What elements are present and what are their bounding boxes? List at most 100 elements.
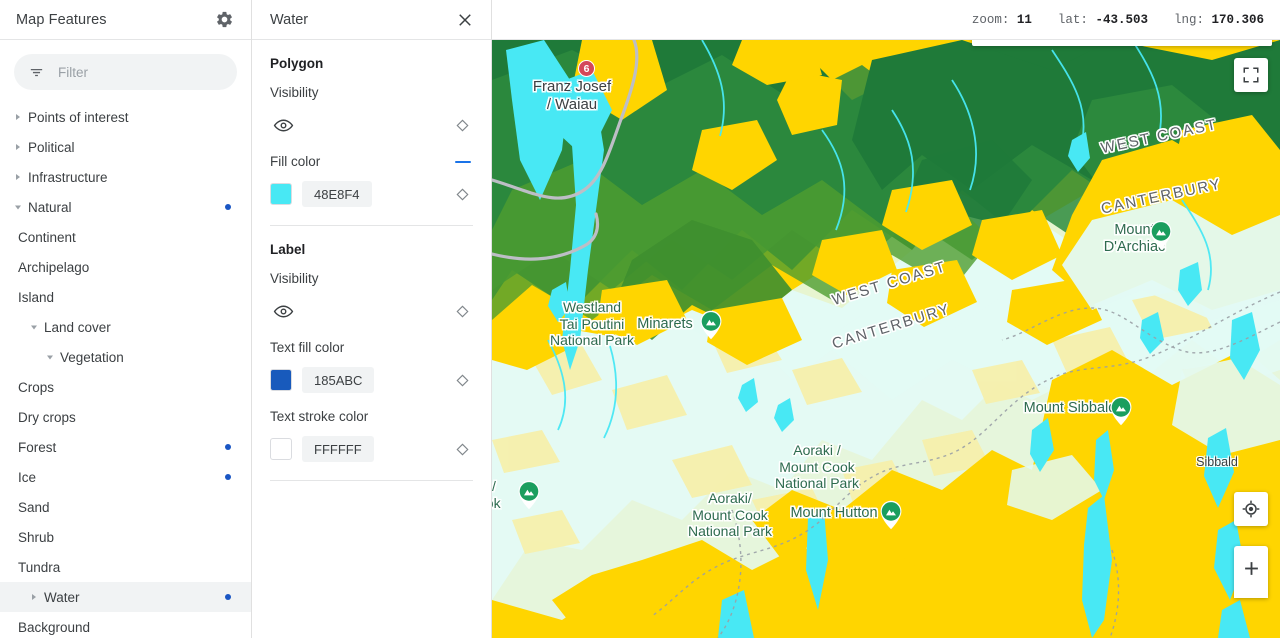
text-fill-keyframe-icon[interactable] xyxy=(453,371,471,389)
polygon-fill-color-value[interactable]: 48E8F4 xyxy=(302,181,372,207)
sidebar-item-land-cover[interactable]: Land cover xyxy=(0,312,251,342)
plus-icon xyxy=(1244,562,1258,575)
text-fill-color-label-row: Text fill color xyxy=(270,340,473,355)
eye-icon[interactable] xyxy=(270,298,296,324)
sidebar-item-label: Crops xyxy=(18,379,55,395)
filter-container xyxy=(0,40,251,90)
modified-indicator-dot xyxy=(225,444,231,450)
label-visibility-keyframe-icon[interactable] xyxy=(453,302,471,320)
zoom-key: zoom: xyxy=(971,12,1010,27)
polygon-fill-color-label-row: Fill color xyxy=(270,154,473,169)
zoom-readout: zoom: 11 xyxy=(972,13,1032,27)
diamond-icon-glyph xyxy=(455,442,469,456)
my-location-button[interactable] xyxy=(1234,492,1268,526)
lng-value: 170.306 xyxy=(1211,12,1264,27)
sidebar-item-label: Political xyxy=(28,139,75,155)
chevron-down-icon xyxy=(15,205,21,210)
polygon-visibility-label: Visibility xyxy=(270,85,319,100)
chevron-right-icon xyxy=(16,174,20,180)
sidebar-item-label: Dry crops xyxy=(18,409,76,425)
map-viewport[interactable]: zoom: 11 lat: -43.503 lng: 170.306 Franz… xyxy=(492,0,1280,638)
sidebar-item-natural[interactable]: Natural xyxy=(0,192,251,222)
map-canvas[interactable] xyxy=(492,40,1280,638)
text-stroke-color-value[interactable]: FFFFFF xyxy=(302,436,374,462)
chevron-right-icon xyxy=(32,594,36,600)
text-fill-color-label: Text fill color xyxy=(270,340,345,355)
sidebar-item-island[interactable]: Island xyxy=(0,282,251,312)
text-stroke-color-swatch[interactable] xyxy=(270,438,292,460)
sidebar-item-label: Natural xyxy=(28,199,72,215)
chevron-right-icon[interactable] xyxy=(10,169,26,185)
eye-icon[interactable] xyxy=(270,112,296,138)
text-fill-color-swatch[interactable] xyxy=(270,369,292,391)
sidebar-item-sand[interactable]: Sand xyxy=(0,492,251,522)
polygon-visibility-keyframe-icon[interactable] xyxy=(453,116,471,134)
label-section-title: Label xyxy=(270,242,306,257)
sidebar-item-points-of-interest[interactable]: Points of interest xyxy=(0,102,251,132)
map-style-editor: Map Features Points of interest Political… xyxy=(0,0,1280,638)
chevron-down-icon[interactable] xyxy=(10,199,26,215)
highway-shield-number: 6 xyxy=(583,62,590,75)
fullscreen-button[interactable] xyxy=(1234,58,1268,92)
lat-value: -43.503 xyxy=(1095,12,1148,27)
sidebar-item-dry-crops[interactable]: Dry crops xyxy=(0,402,251,432)
text-stroke-color-label: Text stroke color xyxy=(270,409,369,424)
lng-key: lng: xyxy=(1173,12,1204,27)
sidebar-item-background[interactable]: Background xyxy=(0,612,251,638)
sidebar-item-label: Continent xyxy=(18,229,76,245)
polygon-section-title: Polygon xyxy=(270,56,324,71)
text-fill-color-value[interactable]: 185ABC xyxy=(302,367,375,393)
zoom-value: 11 xyxy=(1016,12,1032,27)
sidebar-item-shrub[interactable]: Shrub xyxy=(0,522,251,552)
remove-override-icon[interactable] xyxy=(455,160,471,163)
filter-input[interactable] xyxy=(58,64,225,80)
modified-indicator-dot xyxy=(225,594,231,600)
sidebar-item-label: Land cover xyxy=(44,319,111,335)
text-stroke-keyframe-icon[interactable] xyxy=(453,440,471,458)
sidebar-item-label: Tundra xyxy=(18,559,61,575)
feature-tree: Points of interest Political Infrastructur… xyxy=(0,102,251,638)
gear-icon[interactable] xyxy=(211,7,237,33)
label-section: Label Visibility Text fill color 185ABC … xyxy=(252,226,491,481)
fullscreen-icon xyxy=(1243,67,1259,83)
sidebar-item-ice[interactable]: Ice xyxy=(0,462,251,492)
modified-indicator-dot xyxy=(225,474,231,480)
chevron-right-icon xyxy=(16,144,20,150)
filter-box[interactable] xyxy=(14,54,237,90)
sidebar-item-archipelago[interactable]: Archipelago xyxy=(0,252,251,282)
polygon-fill-color-swatch[interactable] xyxy=(270,183,292,205)
sidebar-item-label: Forest xyxy=(18,439,57,455)
sidebar-item-continent[interactable]: Continent xyxy=(0,222,251,252)
chevron-right-icon[interactable] xyxy=(10,139,26,155)
properties-title: Water xyxy=(270,11,309,28)
sidebar-item-label: Points of interest xyxy=(28,109,129,125)
sidebar-item-infrastructure[interactable]: Infrastructure xyxy=(0,162,251,192)
sidebar-item-tundra[interactable]: Tundra xyxy=(0,552,251,582)
sidebar-item-water[interactable]: Water xyxy=(0,582,251,612)
filter-list-icon xyxy=(28,63,46,81)
properties-header: Water xyxy=(252,0,491,40)
label-visibility-label: Visibility xyxy=(270,271,319,286)
chevron-right-icon[interactable] xyxy=(26,589,42,605)
sidebar-item-vegetation[interactable]: Vegetation xyxy=(0,342,251,372)
chevron-right-icon[interactable] xyxy=(10,109,26,125)
chevron-down-icon xyxy=(47,355,53,360)
sidebar-item-label: Sand xyxy=(18,499,50,515)
lng-readout: lng: 170.306 xyxy=(1174,13,1264,27)
map-features-sidebar: Map Features Points of interest Political… xyxy=(0,0,252,638)
polygon-fill-color-row: 48E8F4 xyxy=(270,179,473,209)
text-stroke-color-label-row: Text stroke color xyxy=(270,409,473,424)
sidebar-item-political[interactable]: Political xyxy=(0,132,251,162)
sidebar-item-forest[interactable]: Forest xyxy=(0,432,251,462)
sidebar-item-crops[interactable]: Crops xyxy=(0,372,251,402)
zoom-in-button[interactable] xyxy=(1234,546,1268,598)
highway-shield-6: 6 xyxy=(578,60,595,77)
sidebar-item-label: Vegetation xyxy=(60,349,124,365)
my-location-icon xyxy=(1242,500,1260,518)
polygon-visibility-label-row: Visibility xyxy=(270,85,473,100)
polygon-fill-keyframe-icon[interactable] xyxy=(453,185,471,203)
chevron-down-icon[interactable] xyxy=(42,349,58,365)
close-icon[interactable] xyxy=(453,8,477,32)
chevron-down-icon[interactable] xyxy=(26,319,42,335)
sidebar-item-label: Infrastructure xyxy=(28,169,108,185)
